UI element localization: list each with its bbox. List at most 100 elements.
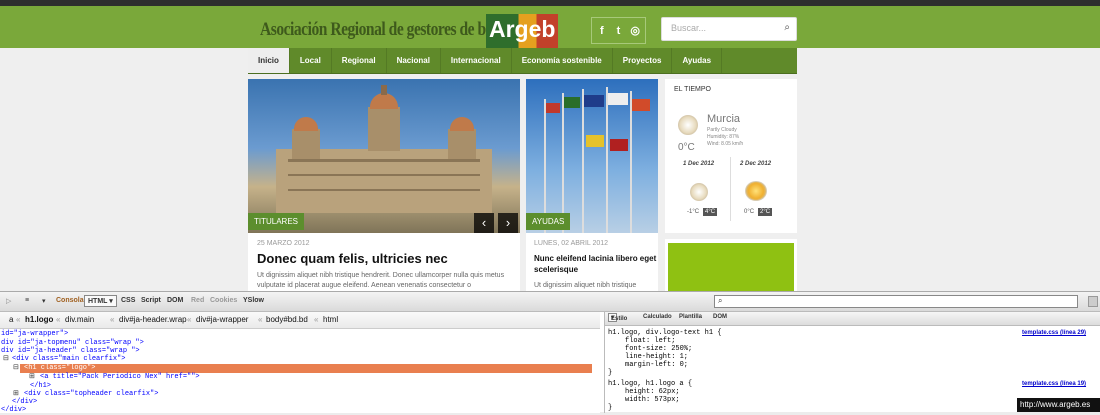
nav-item-inicio[interactable]: Inicio xyxy=(248,48,290,73)
breadcrumb-a[interactable]: a xyxy=(9,315,13,324)
forecast-date-2: 2 Dec 2012 xyxy=(740,161,772,167)
html-line[interactable]: id="ja-wrapper"> xyxy=(1,330,68,339)
tab-consola[interactable]: Consola xyxy=(56,297,84,304)
second-title-line2[interactable]: scelerisque xyxy=(534,265,578,274)
breadcrumb-ja-wrapper[interactable]: div#ja-wrapper xyxy=(196,315,248,324)
nav-item-regional[interactable]: Regional xyxy=(332,48,387,73)
firebug-search-input[interactable]: ⌕ xyxy=(714,295,1078,308)
css-property[interactable]: line-height: 1; xyxy=(625,353,688,361)
breadcrumb: a « h1.logo « div.main « div#ja-header.w… xyxy=(0,312,600,329)
inspect-icon[interactable]: ▷ xyxy=(6,297,11,305)
tab-estilo[interactable]: Estilo ▾ xyxy=(608,313,627,322)
css-source-link[interactable]: template.css (línea 19) xyxy=(1022,380,1086,388)
tab-html[interactable]: HTML ▾ xyxy=(84,295,117,307)
css-property[interactable]: float: left; xyxy=(625,337,675,345)
hero-category-badge[interactable]: TITULARES xyxy=(248,213,305,230)
breadcrumb-separator: « xyxy=(16,315,21,324)
green-banner xyxy=(665,239,797,291)
css-property[interactable]: height: 62px; xyxy=(625,388,680,396)
weather-details: Partly Cloudy Humidity: 87% Wind: 8.05 k… xyxy=(707,127,743,148)
hero-title[interactable]: Donec quam felis, ultricies nec xyxy=(257,251,448,266)
banner-fill[interactable] xyxy=(668,243,794,291)
breadcrumb-separator: « xyxy=(56,315,61,324)
weather-widget: EL TIEMPO Murcia Partly Cloudy Humidity:… xyxy=(665,79,797,233)
hero-image[interactable]: TITULARES ‹ › xyxy=(248,79,520,233)
nav-item-internacional[interactable]: Internacional xyxy=(441,48,512,73)
breadcrumb-h1-logo[interactable]: h1.logo xyxy=(25,315,53,324)
weather-condition: Partly Cloudy xyxy=(707,127,737,133)
tab-script[interactable]: Script xyxy=(141,297,161,304)
expand-toggle-icon[interactable]: ⊟ xyxy=(3,355,9,364)
facebook-icon[interactable]: f xyxy=(595,21,609,40)
tab-yslow[interactable]: YSlow xyxy=(243,297,264,304)
social-links: f t ◎ xyxy=(591,17,646,44)
menu-icon[interactable]: ≡ xyxy=(25,297,29,304)
second-category-badge[interactable]: AYUDAS xyxy=(526,213,571,230)
html-line-selected-text: <h1 class="logo"> xyxy=(24,364,96,372)
search-input[interactable]: Buscar... ⌕ xyxy=(661,17,797,41)
html-line[interactable]: <div class="topheader clearfix"> xyxy=(24,390,158,399)
tab-dom[interactable]: DOM xyxy=(167,297,183,304)
search-icon[interactable]: ⌕ xyxy=(784,22,790,33)
main-nav: Inicio Local Regional Nacional Internaci… xyxy=(248,48,797,74)
breadcrumb-ja-header[interactable]: div#ja-header.wrap xyxy=(119,315,187,324)
nav-item-ayudas[interactable]: Ayudas xyxy=(672,48,723,73)
css-closing-brace: } xyxy=(608,369,613,377)
tab-red[interactable]: Red xyxy=(191,297,204,304)
nav-item-proyectos[interactable]: Proyectos xyxy=(613,48,673,73)
brand-mark: Argeb xyxy=(486,14,558,48)
forecast-low-2: 0°C xyxy=(744,209,755,215)
forecast-low-1: -1°C xyxy=(687,209,700,215)
css-source-link[interactable]: template.css (línea 29) xyxy=(1022,329,1086,337)
breadcrumb-html[interactable]: html xyxy=(323,315,338,324)
html-line[interactable]: <a title="Pack Periodico Nex" href=""> xyxy=(40,373,200,382)
tab-dom-side[interactable]: DOM xyxy=(713,314,727,320)
weather-city: Murcia xyxy=(707,113,741,125)
html-line-selected[interactable] xyxy=(20,364,592,373)
site-header: Asociación Regional de gestores de bioma… xyxy=(0,6,1100,48)
weather-heading: EL TIEMPO xyxy=(674,86,711,93)
css-property[interactable]: margin-left: 0; xyxy=(625,361,688,369)
html-line[interactable]: </div> xyxy=(1,406,26,415)
css-closing-brace: } xyxy=(608,404,613,412)
detach-icon[interactable] xyxy=(1088,296,1098,307)
nav-item-local[interactable]: Local xyxy=(290,48,332,73)
tab-plantilla[interactable]: Plantilla xyxy=(679,314,702,320)
second-excerpt: Ut dignissim aliquet nibh tristique xyxy=(534,282,637,289)
second-date: LUNES, 02 ABRIL 2012 xyxy=(534,240,609,247)
css-selector[interactable]: h1.logo, div.logo-text h1 { xyxy=(608,329,721,337)
slider-next-icon[interactable]: › xyxy=(498,213,518,233)
tab-cookies[interactable]: Cookies xyxy=(210,297,237,304)
breadcrumb-body[interactable]: body#bd.bd xyxy=(266,315,308,324)
website-viewport: Asociación Regional de gestores de bioma… xyxy=(0,0,1100,291)
breadcrumb-div-main[interactable]: div.main xyxy=(65,315,94,324)
weather-temp: 0°C xyxy=(678,142,695,153)
forecast-high-1: 4°C xyxy=(703,208,718,216)
dropdown-icon[interactable]: ▾ xyxy=(42,297,46,305)
css-property[interactable]: width: 573px; xyxy=(625,396,680,404)
second-title-line1[interactable]: Nunc eleifend lacinia libero eget xyxy=(534,254,656,263)
breadcrumb-separator: « xyxy=(187,315,192,324)
side-tabs: Estilo ▾ Calculado Plantilla DOM xyxy=(605,312,1100,326)
css-selector[interactable]: h1.logo, h1.logo a { xyxy=(608,380,692,388)
tab-css[interactable]: CSS xyxy=(121,297,135,304)
expand-toggle-icon[interactable]: ⊟ xyxy=(13,364,19,373)
search-icon: ⌕ xyxy=(718,296,723,305)
tab-calculado[interactable]: Calculado xyxy=(643,314,672,320)
nav-item-economia[interactable]: Economía sostenible xyxy=(512,48,613,73)
forecast-date-1: 1 Dec 2012 xyxy=(683,161,715,167)
second-article-image[interactable]: AYUDAS xyxy=(526,79,658,233)
site-logo[interactable]: Asociación Regional de gestores de bioma… xyxy=(258,12,558,50)
expand-toggle-icon[interactable]: ⊞ xyxy=(29,373,35,382)
css-property[interactable]: font-size: 250%; xyxy=(625,345,692,353)
html-tree: id="ja-wrapper"> div id="ja-topmenu" cla… xyxy=(0,329,600,415)
rss-icon[interactable]: ◎ xyxy=(628,21,642,40)
forecast-divider xyxy=(730,157,731,221)
cloudy-icon xyxy=(678,115,698,135)
nav-item-nacional[interactable]: Nacional xyxy=(387,48,441,73)
cloudy-icon xyxy=(690,183,708,201)
slider-prev-icon[interactable]: ‹ xyxy=(474,213,494,233)
twitter-icon[interactable]: t xyxy=(612,21,626,40)
html-line[interactable]: <div class="main clearfix"> xyxy=(12,355,125,364)
weather-humidity: Humidity: 87% xyxy=(707,134,740,140)
